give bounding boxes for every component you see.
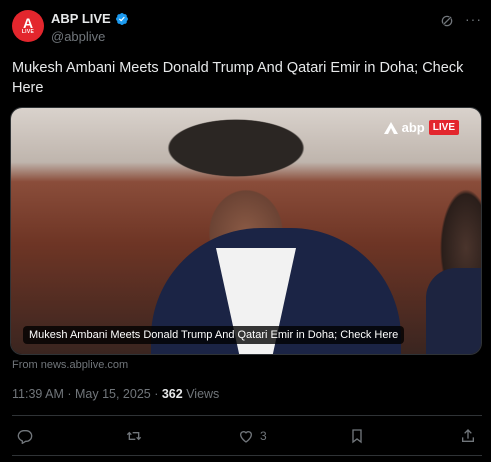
grok-icon[interactable] — [440, 14, 454, 28]
bookmark-icon — [352, 429, 362, 444]
views-label: Views — [182, 387, 220, 401]
tweet-header: A LIVE ABP LIVE @abplive ··· — [12, 10, 482, 46]
repost-icon — [126, 431, 142, 441]
share-icon — [462, 429, 474, 442]
brand-live-badge: LIVE — [428, 120, 459, 135]
action-bar: 3 — [12, 424, 482, 448]
like-count: 3 — [260, 429, 267, 443]
avatar-mark: A — [22, 15, 34, 31]
heart-icon — [239, 431, 253, 443]
more-options-icon[interactable]: ··· — [465, 11, 482, 27]
like-button[interactable]: 3 — [238, 428, 267, 444]
abp-logo-mark-icon — [383, 121, 398, 134]
divider-bottom — [12, 455, 482, 456]
abp-live-logo: abp LIVE — [383, 120, 459, 135]
divider-top — [12, 415, 482, 416]
tweet-meta: 11:39 AM · May 15, 2025 · 362 Views — [12, 387, 219, 401]
card-caption: Mukesh Ambani Meets Donald Trump And Qat… — [23, 326, 405, 344]
card-source[interactable]: From news.abplive.com — [12, 359, 128, 371]
avatar[interactable]: A LIVE — [12, 10, 44, 42]
tweet-timestamp[interactable]: 11:39 AM · May 15, 2025 · — [12, 387, 162, 401]
verified-badge-icon — [115, 12, 128, 25]
tweet-text: Mukesh Ambani Meets Donald Trump And Qat… — [12, 60, 464, 96]
link-card[interactable]: abp LIVE Mukesh Ambani Meets Donald Trum… — [10, 107, 482, 355]
views-count: 362 — [161, 387, 183, 401]
reply-icon — [17, 430, 33, 444]
news-photo — [11, 108, 481, 354]
photo-person-right — [426, 268, 481, 354]
share-button[interactable] — [460, 428, 476, 444]
avatar-sub: LIVE — [21, 29, 35, 35]
name-row: ABP LIVE — [51, 11, 129, 26]
user-handle[interactable]: @abplive — [51, 29, 105, 44]
bookmark-button[interactable] — [349, 428, 365, 444]
brand-text: abp — [401, 120, 425, 135]
repost-button[interactable] — [126, 428, 142, 444]
display-name[interactable]: ABP LIVE — [51, 11, 111, 26]
reply-button[interactable] — [17, 428, 33, 444]
